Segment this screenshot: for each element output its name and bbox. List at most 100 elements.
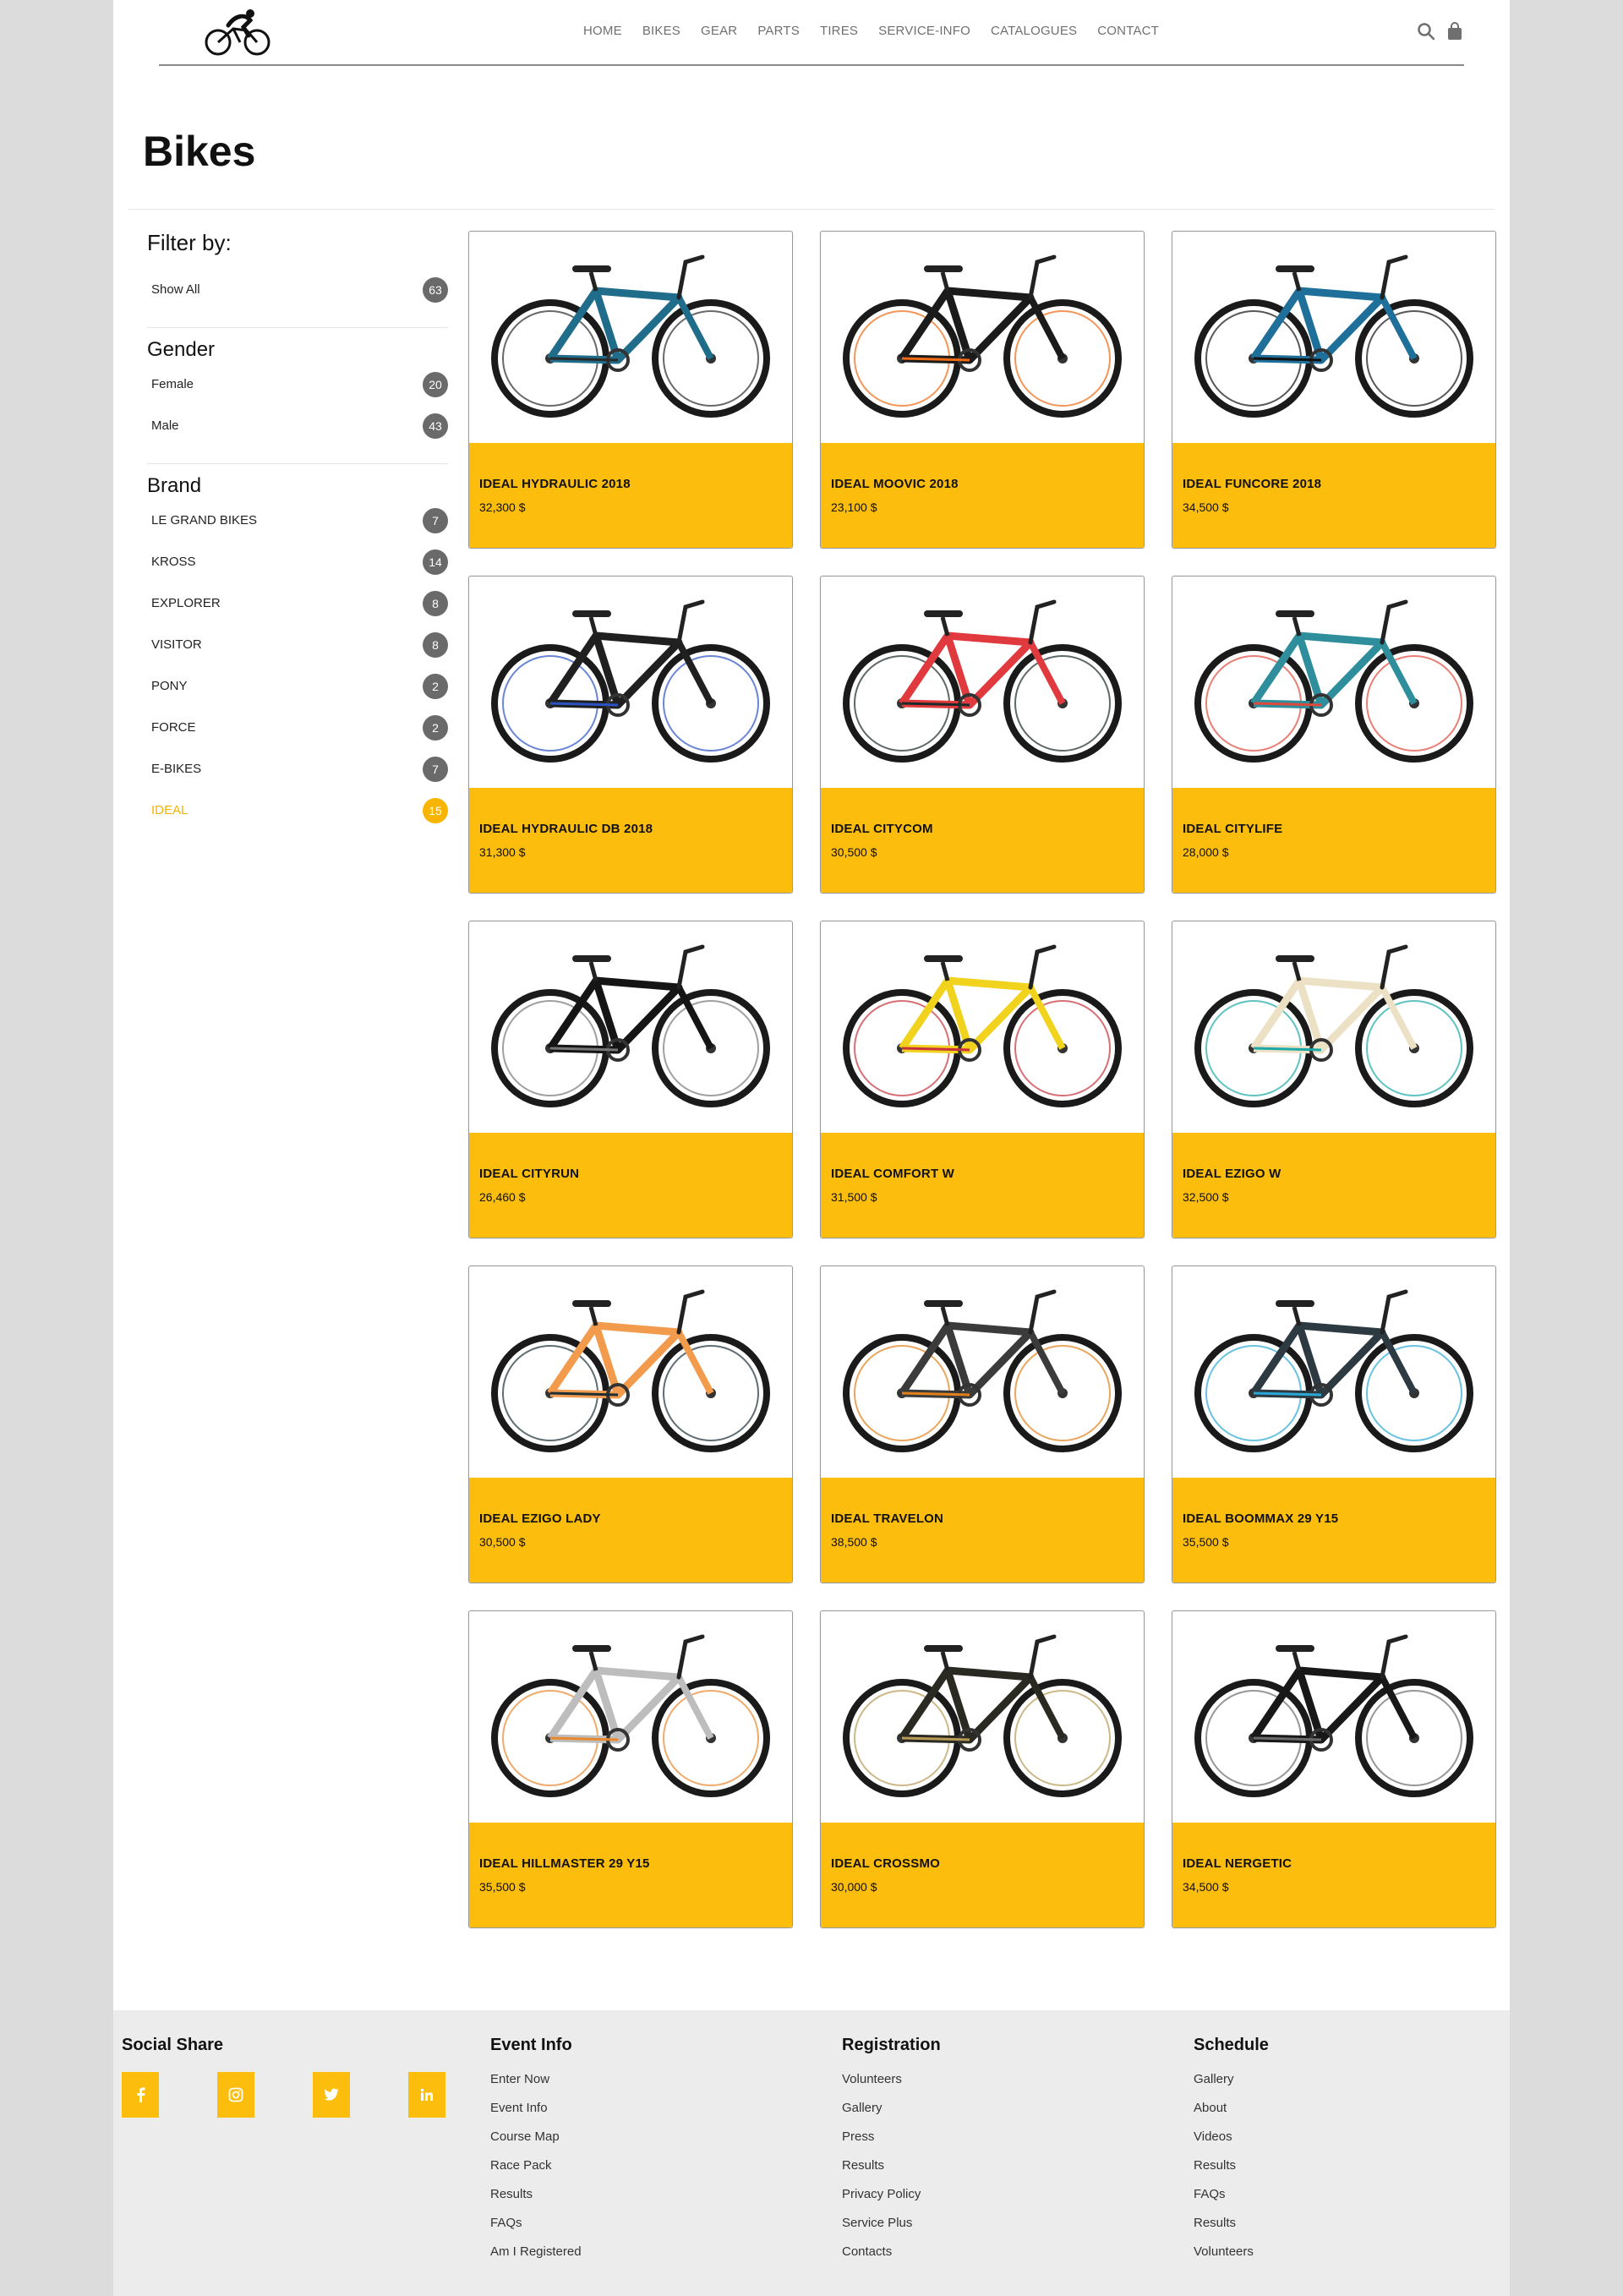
nav-item-home[interactable]: HOME (583, 24, 622, 38)
product-name[interactable]: IDEAL HYDRAULIC 2018 (479, 477, 631, 491)
filter-show-all[interactable]: Show All 63 (147, 269, 448, 310)
product-info: IDEAL CROSSMO 30,000 $ (821, 1823, 1144, 1927)
page: HOME BIKES GEAR PARTS TIRES SERVICE-INFO CATAL… (113, 0, 1510, 2296)
nav-item-tires[interactable]: TIRES (820, 24, 858, 38)
bike-image[interactable] (469, 1266, 792, 1478)
filter-label: KROSS (151, 555, 196, 569)
bike-image[interactable] (1172, 577, 1495, 788)
product-name[interactable]: IDEAL EZIGO LADY (479, 1512, 601, 1526)
facebook-icon[interactable] (122, 2072, 159, 2118)
footer-link[interactable]: Event Info (490, 2101, 582, 2129)
bike-image[interactable] (1172, 232, 1495, 443)
product-card[interactable]: IDEAL CITYCOM 30,500 $ (820, 576, 1145, 894)
filter-item-female[interactable]: Female 20 (147, 364, 448, 405)
product-card[interactable]: IDEAL FUNCORE 2018 34,500 $ (1172, 231, 1496, 549)
bike-image[interactable] (821, 232, 1144, 443)
nav-item-contact[interactable]: CONTACT (1097, 24, 1159, 38)
product-name[interactable]: IDEAL FUNCORE 2018 (1183, 477, 1321, 491)
product-card[interactable]: IDEAL CITYLIFE 28,000 $ (1172, 576, 1496, 894)
product-name[interactable]: IDEAL HYDRAULIC DB 2018 (479, 822, 653, 836)
footer-link[interactable]: Press (842, 2129, 941, 2158)
filter-item-visitor[interactable]: VISITOR 8 (147, 624, 448, 665)
filter-count-badge: 43 (423, 413, 448, 439)
product-card[interactable]: IDEAL NERGETIC 34,500 $ (1172, 1610, 1496, 1928)
footer-link[interactable]: Race Pack (490, 2158, 582, 2187)
bike-image[interactable] (821, 921, 1144, 1133)
bike-image[interactable] (821, 1611, 1144, 1823)
bike-image[interactable] (469, 921, 792, 1133)
nav-item-service-info[interactable]: SERVICE-INFO (878, 24, 970, 38)
product-card[interactable]: IDEAL MOOVIC 2018 23,100 $ (820, 231, 1145, 549)
footer-link[interactable]: Results (1194, 2158, 1269, 2187)
filter-item-male[interactable]: Male 43 (147, 405, 448, 446)
bike-image[interactable] (1172, 1266, 1495, 1478)
filter-item-pony[interactable]: PONY 2 (147, 665, 448, 707)
footer-link[interactable]: Gallery (842, 2101, 941, 2129)
bike-image[interactable] (469, 232, 792, 443)
cyclist-logo-icon[interactable] (203, 8, 274, 57)
product-price: 23,100 $ (831, 500, 877, 514)
footer-link[interactable]: Contacts (842, 2244, 941, 2273)
shopping-bag-icon[interactable] (1445, 22, 1464, 41)
nav-item-bikes[interactable]: BIKES (642, 24, 680, 38)
product-name[interactable]: IDEAL TRAVELON (831, 1512, 943, 1526)
footer-link[interactable]: Enter Now (490, 2072, 582, 2101)
linkedin-icon[interactable] (408, 2072, 445, 2118)
product-name[interactable]: IDEAL CITYLIFE (1183, 822, 1282, 836)
product-card[interactable]: IDEAL EZIGO W 32,500 $ (1172, 921, 1496, 1238)
product-card[interactable]: IDEAL HYDRAULIC 2018 32,300 $ (468, 231, 793, 549)
bike-image[interactable] (469, 1611, 792, 1823)
footer-link[interactable]: Results (490, 2187, 582, 2216)
product-name[interactable]: IDEAL NERGETIC (1183, 1856, 1292, 1871)
footer-link[interactable]: Videos (1194, 2129, 1269, 2158)
footer-link[interactable]: Am I Registered (490, 2244, 582, 2273)
product-card[interactable]: IDEAL COMFORT W 31,500 $ (820, 921, 1145, 1238)
bike-image[interactable] (821, 1266, 1144, 1478)
bike-image[interactable] (1172, 921, 1495, 1133)
nav-item-gear[interactable]: GEAR (701, 24, 737, 38)
bike-image[interactable] (1172, 1611, 1495, 1823)
product-name[interactable]: IDEAL CITYRUN (479, 1167, 579, 1181)
nav-item-parts[interactable]: PARTS (757, 24, 800, 38)
product-name[interactable]: IDEAL COMFORT W (831, 1167, 954, 1181)
footer-link[interactable]: Privacy Policy (842, 2187, 941, 2216)
footer-link[interactable]: Volunteers (1194, 2244, 1269, 2273)
footer-link[interactable]: Service Plus (842, 2216, 941, 2244)
product-price: 35,500 $ (479, 1880, 526, 1894)
search-icon[interactable] (1417, 22, 1435, 41)
filter-item-explorer[interactable]: EXPLORER 8 (147, 582, 448, 624)
filter-item-le-grand-bikes[interactable]: LE GRAND BIKES 7 (147, 500, 448, 541)
filter-item-kross[interactable]: KROSS 14 (147, 541, 448, 582)
twitter-icon[interactable] (313, 2072, 350, 2118)
footer-link[interactable]: About (1194, 2101, 1269, 2129)
footer-link[interactable]: Volunteers (842, 2072, 941, 2101)
product-card[interactable]: IDEAL BOOMMAX 29 Y15 35,500 $ (1172, 1266, 1496, 1583)
product-name[interactable]: IDEAL CITYCOM (831, 822, 933, 836)
product-name[interactable]: IDEAL CROSSMO (831, 1856, 940, 1871)
product-name[interactable]: IDEAL HILLMASTER 29 Y15 (479, 1856, 650, 1871)
product-card[interactable]: IDEAL EZIGO LADY 30,500 $ (468, 1266, 793, 1583)
instagram-icon[interactable] (217, 2072, 254, 2118)
footer-link[interactable]: Course Map (490, 2129, 582, 2158)
footer-link[interactable]: Results (842, 2158, 941, 2187)
bike-image[interactable] (469, 577, 792, 788)
product-card[interactable]: IDEAL TRAVELON 38,500 $ (820, 1266, 1145, 1583)
footer-link[interactable]: FAQs (490, 2216, 582, 2244)
product-card[interactable]: IDEAL HYDRAULIC DB 2018 31,300 $ (468, 576, 793, 894)
bike-image[interactable] (821, 577, 1144, 788)
filter-item-e-bikes[interactable]: E-BIKES 7 (147, 748, 448, 790)
filter-item-force[interactable]: FORCE 2 (147, 707, 448, 748)
product-card[interactable]: IDEAL HILLMASTER 29 Y15 35,500 $ (468, 1610, 793, 1928)
product-name[interactable]: IDEAL MOOVIC 2018 (831, 477, 959, 491)
footer-link[interactable]: Gallery (1194, 2072, 1269, 2101)
filter-count-badge: 8 (423, 590, 448, 616)
product-name[interactable]: IDEAL BOOMMAX 29 Y15 (1183, 1512, 1338, 1526)
nav-item-catalogues[interactable]: CATALOGUES (991, 24, 1077, 38)
product-info: IDEAL FUNCORE 2018 34,500 $ (1172, 443, 1495, 548)
filter-item-ideal[interactable]: IDEAL 15 (147, 790, 448, 831)
footer-link[interactable]: FAQs (1194, 2187, 1269, 2216)
product-name[interactable]: IDEAL EZIGO W (1183, 1167, 1281, 1181)
product-card[interactable]: IDEAL CROSSMO 30,000 $ (820, 1610, 1145, 1928)
product-card[interactable]: IDEAL CITYRUN 26,460 $ (468, 921, 793, 1238)
footer-link[interactable]: Results (1194, 2216, 1269, 2244)
